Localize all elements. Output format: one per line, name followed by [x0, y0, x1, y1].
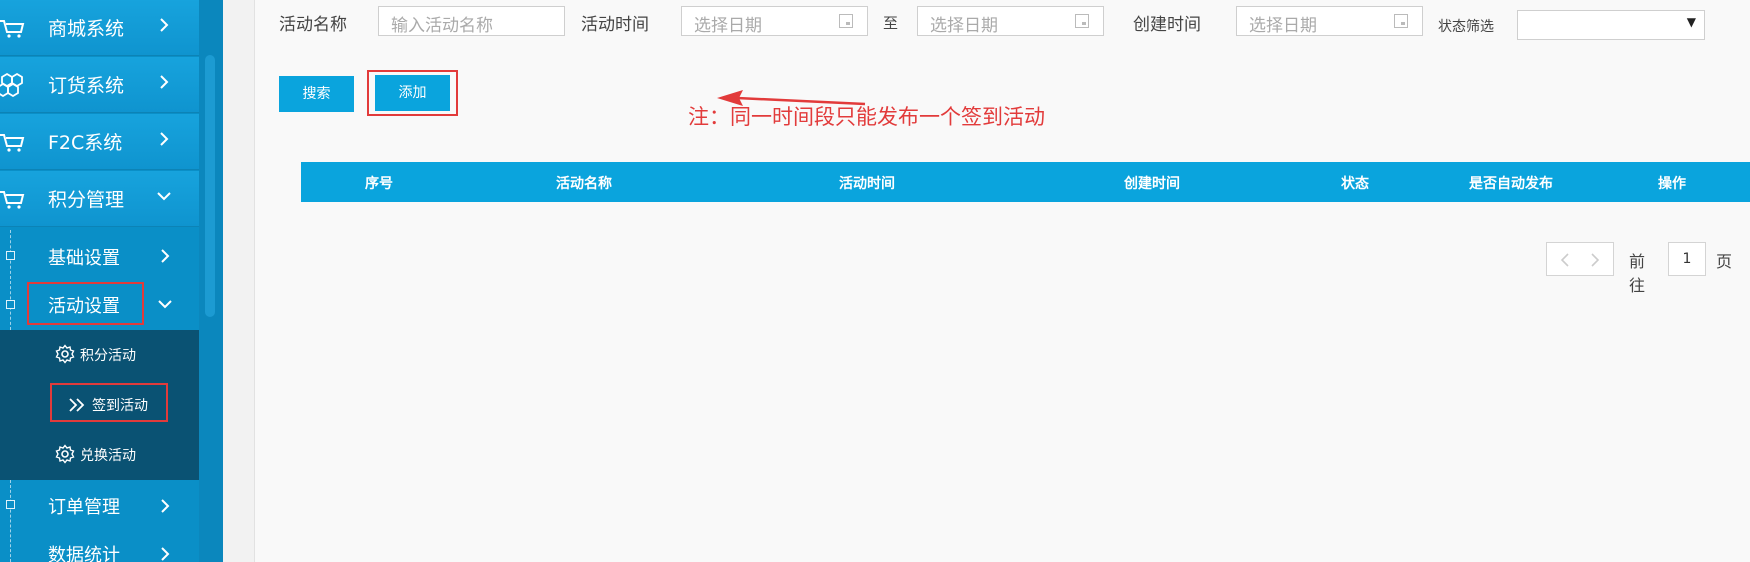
chevron-down-icon — [158, 300, 172, 309]
calendar-icon — [1075, 14, 1089, 28]
activity-name-input[interactable]: 输入活动名称 — [378, 6, 565, 36]
column-header: 序号 — [365, 176, 393, 192]
sidebar-item-label: 积分管理 — [48, 189, 125, 211]
column-header: 活动名称 — [556, 176, 612, 192]
sidebar-item-label: 基础设置 — [48, 248, 120, 269]
sidebar-item-f2c[interactable]: F2C系统 — [0, 114, 199, 170]
goto-label: 前往 — [1629, 252, 1646, 295]
search-button[interactable]: 搜索 — [279, 76, 354, 112]
page-unit-label: 页 — [1716, 252, 1733, 271]
main-content: 活动名称 输入活动名称 活动时间 选择日期 至 选择日期 创建时间 选择日期 状… — [255, 0, 1750, 562]
page-number-input[interactable]: 1 — [1668, 242, 1706, 276]
sidebar-item-order-system[interactable]: 订货系统 — [0, 57, 199, 113]
sidebar-item-label: 订单管理 — [48, 497, 120, 518]
date-start-placeholder: 选择日期 — [694, 16, 762, 36]
activity-name-placeholder: 输入活动名称 — [391, 16, 493, 36]
chevron-left-icon — [1560, 253, 1569, 267]
activity-time-label: 活动时间 — [581, 15, 649, 35]
chevron-right-icon — [1591, 253, 1600, 267]
date-start-input[interactable]: 选择日期 — [681, 6, 868, 36]
chevron-right-icon — [161, 499, 170, 513]
sidebar-item-label: F2C系统 — [48, 132, 123, 154]
activity-name-label: 活动名称 — [279, 15, 347, 35]
column-header: 操作 — [1658, 176, 1686, 192]
status-filter-label: 状态筛选 — [1438, 19, 1494, 35]
sidebar-item-statistics[interactable]: 数据统计 — [0, 530, 199, 562]
column-header: 状态 — [1341, 176, 1369, 192]
calendar-icon — [839, 14, 853, 28]
sidebar-item-label: 订货系统 — [48, 75, 125, 97]
highlight-box — [27, 282, 144, 325]
column-header: 创建时间 — [1124, 176, 1180, 192]
chevron-down-icon — [157, 192, 171, 201]
highlight-box — [50, 383, 168, 422]
chevron-right-icon — [160, 75, 169, 89]
sidebar-item-basic-settings[interactable]: 基础设置 — [0, 232, 199, 278]
status-filter-select[interactable]: ▼ — [1517, 10, 1705, 40]
chevron-right-icon — [161, 249, 170, 263]
caret-down-icon: ▼ — [1686, 15, 1696, 29]
chevron-right-icon — [161, 547, 170, 561]
boxes-icon — [0, 72, 23, 97]
date-end-placeholder: 选择日期 — [930, 16, 998, 36]
chevron-right-icon — [160, 18, 169, 32]
cart-icon — [0, 134, 25, 152]
date-end-input[interactable]: 选择日期 — [917, 6, 1104, 36]
cart-icon — [0, 20, 25, 38]
sidebar-item-label: 积分活动 — [80, 348, 136, 364]
cart-icon — [0, 191, 25, 209]
calendar-icon — [1394, 14, 1408, 28]
to-label: 至 — [883, 14, 899, 32]
sidebar-scroll-thumb[interactable] — [205, 55, 215, 317]
content-gutter — [223, 0, 255, 562]
column-header: 是否自动发布 — [1469, 176, 1553, 192]
sidebar-item-order-management[interactable]: 订单管理 — [0, 482, 199, 528]
created-time-input[interactable]: 选择日期 — [1236, 6, 1423, 36]
gear-icon — [55, 344, 75, 364]
table-header: 序号 活动名称 活动时间 创建时间 状态 是否自动发布 操作 — [301, 162, 1750, 202]
sidebar-item-label: 兑换活动 — [80, 448, 136, 464]
gear-icon — [55, 444, 75, 464]
sidebar-item-points[interactable]: 积分管理 — [0, 171, 199, 227]
created-time-placeholder: 选择日期 — [1249, 16, 1317, 36]
sidebar-item-label: 数据统计 — [48, 545, 120, 562]
chevron-right-icon — [160, 132, 169, 146]
annotation-note: 注：同一时间段只能发布一个签到活动 — [688, 105, 1045, 129]
sidebar-item-mall[interactable]: 商城系统 — [0, 0, 199, 56]
sidebar-item-points-activity[interactable]: 积分活动 — [0, 332, 199, 378]
sidebar-item-exchange-activity[interactable]: 兑换活动 — [0, 432, 199, 478]
sidebar-item-label: 商城系统 — [48, 18, 125, 40]
column-header: 活动时间 — [839, 176, 895, 192]
sidebar: 商城系统 订货系统 F2C系统 积分管理 基础设置 活动设置 积分活动 签到活动… — [0, 0, 199, 562]
page-prev-next[interactable] — [1546, 242, 1614, 276]
highlight-box — [367, 70, 458, 116]
created-time-label: 创建时间 — [1133, 15, 1201, 35]
